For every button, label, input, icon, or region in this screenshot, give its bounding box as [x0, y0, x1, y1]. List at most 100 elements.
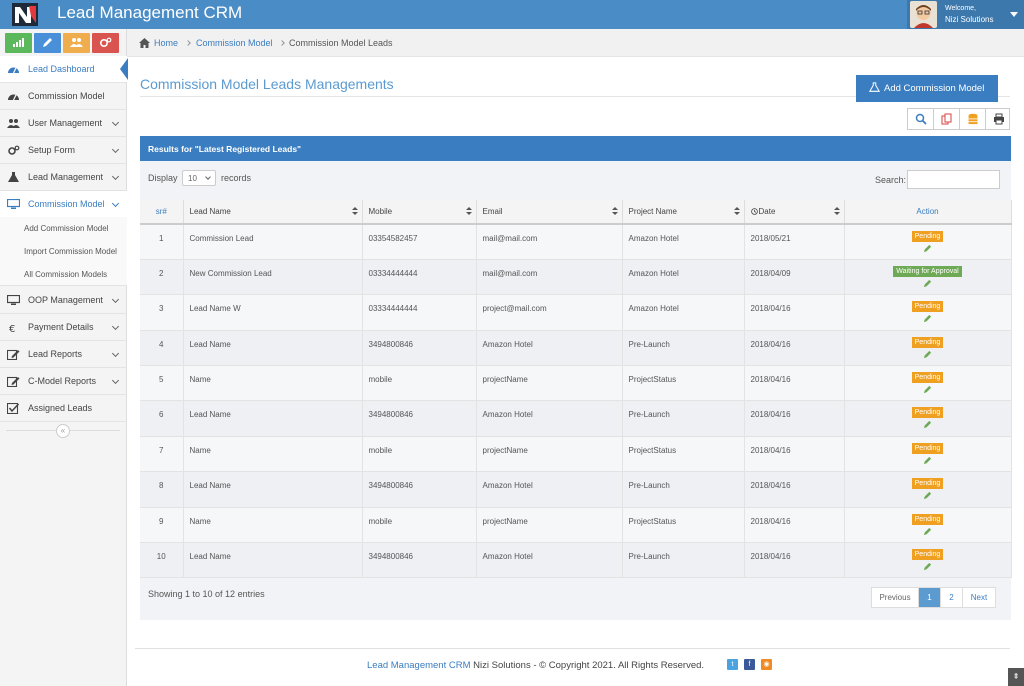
page-1-button[interactable]: 1	[919, 588, 941, 607]
cell-email: Amazon Hotel	[476, 400, 623, 437]
table-body: 1 Commission Lead 03354582457 mail@mail.com…	[140, 224, 1012, 579]
edit-icon[interactable]	[923, 420, 932, 429]
chevron-right-icon	[279, 40, 285, 46]
cell-date: 2018/04/16	[744, 507, 845, 544]
cell-sr: 9	[140, 507, 184, 544]
page-title: Commission Model Leads Managements	[140, 76, 394, 92]
active-indicator	[120, 58, 128, 80]
sidebar-item-setup-form[interactable]: Setup Form	[0, 137, 127, 164]
sidebar-item-commission-model-menu[interactable]: Commission Model	[0, 191, 127, 218]
dashboard-icon	[8, 94, 19, 101]
subitem-all-commission-models[interactable]: All Commission Models	[0, 263, 127, 286]
next-page-button[interactable]: Next	[963, 588, 995, 607]
cell-date: 2018/04/16	[744, 330, 845, 367]
stats-shortcut-button[interactable]	[5, 33, 32, 53]
sidebar-item-c-model-reports[interactable]: C-Model Reports	[0, 368, 127, 395]
table-row: 2 New Commission Lead 03334444444 mail@mail…	[140, 259, 1012, 296]
sidebar-item-label: Lead Management	[28, 172, 104, 182]
users-shortcut-button[interactable]	[63, 33, 90, 53]
cell-project-name: Amazon Hotel	[622, 224, 745, 260]
home-icon	[139, 38, 150, 48]
settings-shortcut-button[interactable]	[92, 33, 119, 53]
search-input[interactable]	[907, 170, 1000, 189]
header-label: Email	[482, 207, 503, 216]
page-size-select[interactable]: 10	[182, 170, 216, 186]
cell-sr: 1	[140, 224, 184, 260]
copy-tool-button[interactable]	[934, 109, 960, 129]
rss-icon[interactable]: ◉	[761, 659, 772, 670]
cell-project-name: Amazon Hotel	[622, 259, 745, 296]
footer-brand-link[interactable]: Lead Management CRM	[367, 660, 471, 671]
sidebar-item-oop-management[interactable]: OOP Management	[0, 287, 127, 314]
cell-lead-name: Lead Name	[183, 471, 363, 508]
breadcrumb-home-link[interactable]: Home	[154, 38, 178, 48]
app-title: Lead Management CRM	[57, 3, 243, 22]
user-menu[interactable]: Welcome, Nizi Solutions	[907, 0, 1024, 29]
edit-icon[interactable]	[923, 314, 932, 323]
scroll-to-top-button[interactable]: ⇞	[1008, 668, 1024, 686]
caret-down-icon[interactable]	[1010, 12, 1018, 17]
add-commission-model-button[interactable]: Add Commission Model	[856, 75, 998, 102]
chevron-down-icon	[111, 172, 120, 181]
edit-icon[interactable]	[923, 491, 932, 500]
table-row: 7 Name mobile projectName ProjectStatus 2018/…	[140, 436, 1012, 473]
cell-action: Pending	[844, 400, 1012, 437]
sidebar-shortcuts	[5, 33, 121, 53]
sidebar-item-assigned-leads[interactable]: Assigned Leads	[0, 395, 127, 422]
display-label: Display	[148, 173, 178, 183]
edit-icon[interactable]	[923, 350, 932, 359]
collapse-sidebar-button[interactable]: «	[56, 424, 70, 438]
column-header-date[interactable]: Date	[744, 200, 845, 225]
column-header-mobile[interactable]: Mobile	[362, 200, 477, 225]
subitem-label: All Commission Models	[24, 270, 108, 279]
column-header-email[interactable]: Email	[476, 200, 623, 225]
edit-icon	[7, 349, 20, 360]
status-badge: Pending	[911, 336, 944, 348]
page-2-button[interactable]: 2	[941, 588, 963, 607]
column-header-project-name[interactable]: Project Name	[622, 200, 745, 225]
status-badge: Pending	[911, 478, 944, 490]
status-badge: Pending	[911, 513, 944, 525]
print-tool-button[interactable]	[986, 109, 1012, 129]
column-header-lead-name[interactable]: Lead Name	[183, 200, 363, 225]
edit-icon[interactable]	[923, 385, 932, 394]
edit-icon[interactable]	[923, 279, 932, 288]
print-icon	[994, 113, 1004, 125]
edit-shortcut-button[interactable]	[34, 33, 61, 53]
flask-icon	[8, 172, 19, 182]
cell-action: Pending	[844, 471, 1012, 508]
twitter-icon[interactable]: t	[727, 659, 738, 670]
cell-email: projectName	[476, 436, 623, 473]
previous-page-button[interactable]: Previous	[872, 588, 919, 607]
edit-icon[interactable]	[923, 456, 932, 465]
search-tool-button[interactable]	[908, 109, 934, 129]
edit-icon[interactable]	[923, 244, 932, 253]
cell-sr: 4	[140, 330, 184, 367]
cell-lead-name: Lead Name W	[183, 294, 363, 331]
database-tool-button[interactable]	[960, 109, 986, 129]
facebook-icon[interactable]: f	[744, 659, 755, 670]
edit-icon[interactable]	[923, 527, 932, 536]
cell-email: project@mail.com	[476, 294, 623, 331]
sidebar-item-user-management[interactable]: User Management	[0, 110, 127, 137]
sidebar-item-lead-management[interactable]: Lead Management	[0, 164, 127, 191]
edit-icon[interactable]	[923, 562, 932, 571]
panel-heading-text: Results for "Latest Registered Leads"	[148, 144, 302, 154]
status-badge: Pending	[911, 372, 944, 384]
sidebar-item-lead-reports[interactable]: Lead Reports	[0, 341, 127, 368]
cell-project-name: ProjectStatus	[622, 436, 745, 473]
leads-table: sr# Lead Name Mobile Email Project Name …	[140, 200, 1012, 579]
breadcrumb-parent-link[interactable]: Commission Model	[196, 38, 273, 48]
subitem-add-commission-model[interactable]: Add Commission Model	[0, 217, 127, 240]
sidebar-item-payment-details[interactable]: € Payment Details	[0, 314, 127, 341]
column-header-sr[interactable]: sr#	[140, 200, 184, 225]
cell-project-name: Pre-Launch	[622, 400, 745, 437]
cell-email: Amazon Hotel	[476, 471, 623, 508]
sidebar-item-commission-model[interactable]: Commission Model	[0, 83, 127, 110]
monitor-icon	[7, 199, 20, 209]
subitem-import-commission-model[interactable]: Import Commission Model	[0, 240, 127, 263]
search-label: Search:	[875, 175, 907, 185]
cell-date: 2018/04/16	[744, 542, 845, 579]
database-icon	[968, 113, 978, 125]
sidebar-item-lead-dashboard[interactable]: Lead Dashboard	[0, 56, 128, 83]
